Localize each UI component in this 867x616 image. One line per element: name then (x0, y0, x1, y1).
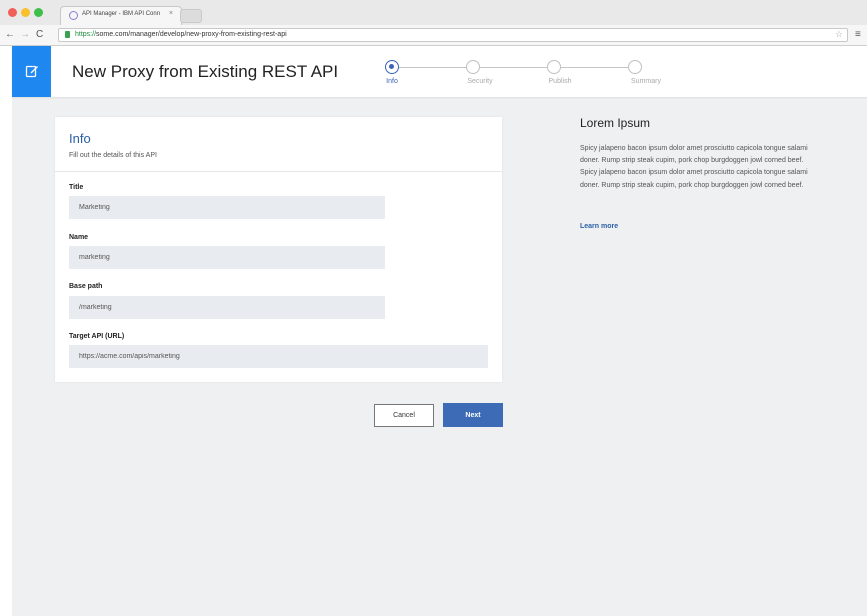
maximize-window-icon[interactable] (34, 8, 43, 17)
step-info-label[interactable]: Info (362, 78, 422, 85)
target-url-label: Target API (URL) (69, 333, 125, 340)
reload-icon[interactable]: C (36, 29, 43, 41)
url-scheme: https:// (75, 31, 97, 38)
target-url-input[interactable] (69, 345, 488, 368)
step-publish-indicator[interactable] (547, 60, 561, 74)
stepper-connector (399, 67, 466, 68)
step-info-indicator[interactable] (385, 60, 399, 74)
lock-icon (65, 31, 70, 38)
stepper-connector (480, 67, 547, 68)
browser-tab[interactable]: API Manager - IBM API Conn × (60, 6, 182, 25)
card-subtitle: Fill out the details of this API (69, 152, 157, 159)
url-text: https://some.com/manager/develop/new-pro… (75, 31, 287, 38)
edit-icon (25, 65, 38, 78)
base-path-label: Base path (69, 283, 103, 290)
url-path: some.com/manager/develop/new-proxy-from-… (96, 31, 287, 38)
browser-toolbar: ← → C https://some.com/manager/develop/n… (0, 25, 867, 46)
stepper-connector (561, 67, 628, 68)
info-form-card: Info Fill out the details of this API Ti… (55, 117, 502, 382)
cancel-button[interactable]: Cancel (374, 404, 434, 427)
forward-icon[interactable]: → (20, 29, 30, 41)
divider (55, 171, 502, 172)
side-heading: Lorem Ipsum (580, 116, 651, 130)
step-publish-label[interactable]: Publish (530, 78, 590, 85)
name-label: Name (69, 234, 89, 241)
new-tab-button[interactable] (180, 9, 202, 23)
close-window-icon[interactable] (8, 8, 17, 17)
step-summary-label[interactable]: Summary (616, 78, 676, 85)
learn-more-link[interactable]: Learn more (580, 223, 618, 230)
address-bar[interactable]: https://some.com/manager/develop/new-pro… (58, 28, 848, 42)
minimize-window-icon[interactable] (21, 8, 30, 17)
next-button[interactable]: Next (443, 403, 503, 427)
tab-title: API Manager - IBM API Conn (82, 11, 161, 17)
favicon-icon (69, 11, 78, 20)
back-icon[interactable]: ← (5, 29, 15, 41)
name-input[interactable] (69, 246, 385, 269)
base-path-input[interactable] (69, 296, 385, 319)
step-security-label[interactable]: Security (450, 78, 510, 85)
step-summary-indicator[interactable] (628, 60, 642, 74)
browser-tab-strip: API Manager - IBM API Conn × (0, 0, 867, 26)
page-title: New Proxy from Existing REST API (72, 62, 339, 81)
step-security-indicator[interactable] (466, 60, 480, 74)
bookmark-star-icon[interactable]: ☆ (835, 29, 843, 40)
browser-menu-icon[interactable]: ≡ (855, 29, 861, 40)
card-title: Info (69, 131, 91, 146)
title-label: Title (69, 184, 84, 191)
tab-close-icon[interactable]: × (169, 10, 173, 17)
side-description: Spicy jalapeno bacon ipsum dolor amet pr… (580, 145, 808, 189)
title-input[interactable] (69, 196, 385, 219)
edit-tile[interactable] (12, 46, 51, 97)
